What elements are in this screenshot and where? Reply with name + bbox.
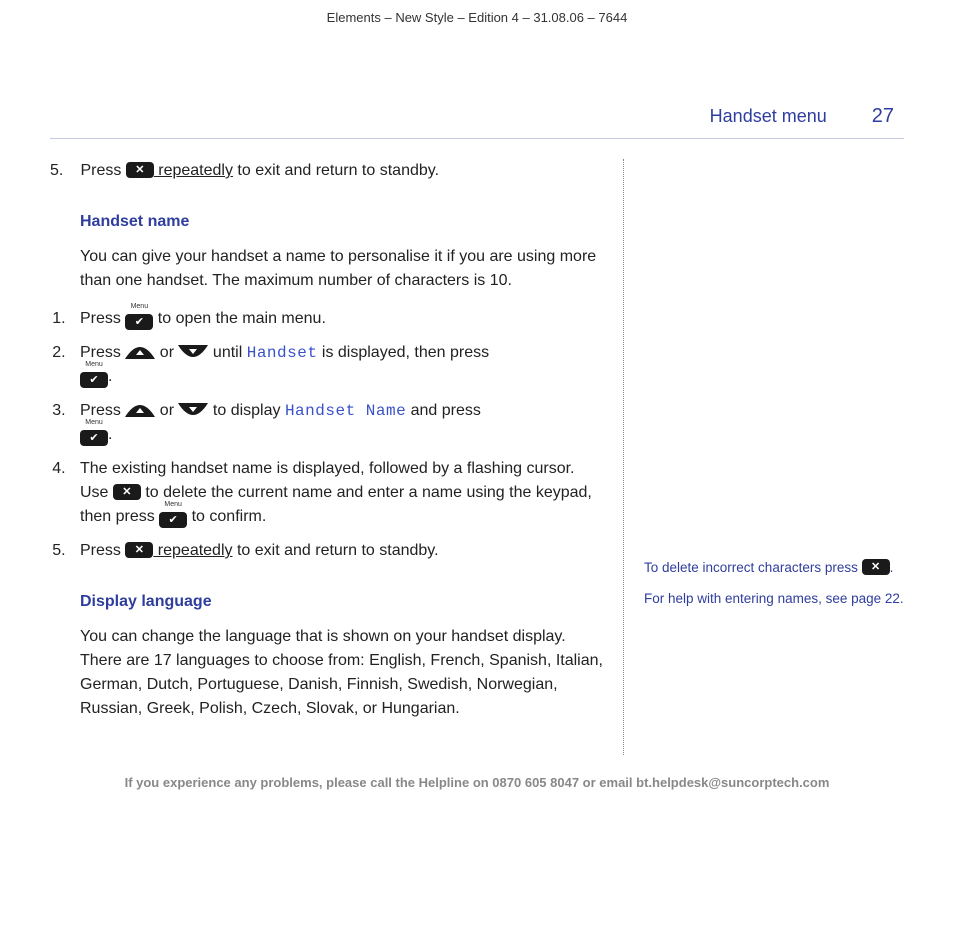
step-text: Press [80,344,125,361]
step-text: and press [406,402,481,419]
step-text: to exit and return to standby. [233,542,439,559]
print-header: Elements – New Style – Edition 4 – 31.08… [50,10,904,25]
step-4: The existing handset name is displayed, … [70,457,603,529]
subheading-handset-name: Handset name [80,213,603,231]
step-text: to display [208,402,284,419]
x-key-icon [862,559,890,575]
step-3: Press or to display Handset Name and pre… [70,399,603,447]
step-5-exit: Press repeatedly to exit and return to s… [70,159,603,183]
lcd-text: Handset Name [285,402,406,420]
x-key-icon [126,162,154,178]
sidebar-text: . [890,560,894,575]
menu-key-label: Menu [80,360,108,371]
menu-key-icon: Menu [80,427,108,443]
step-text: is displayed, then press [317,344,489,361]
section-title: Handset menu [710,106,827,127]
sidebar: To delete incorrect characters press . F… [644,559,904,755]
handset-name-intro: You can give your handset a name to pers… [80,245,603,293]
menu-key-label: Menu [80,418,108,429]
x-key-icon [113,484,141,500]
step-text: until [208,344,246,361]
sidebar-tip-delete: To delete incorrect characters press . [644,559,904,578]
down-key-icon [178,345,208,359]
up-key-icon [125,345,155,359]
page-number: 27 [872,105,894,128]
menu-key-icon: Menu [125,311,153,327]
step-text: to delete the current name and enter a n… [80,484,592,525]
step-text-underlined: repeatedly [154,162,233,179]
step-text: to confirm. [187,508,266,525]
step-text: to exit and return to standby. [233,162,439,179]
page-header: Handset menu 27 [50,105,904,139]
step-text: Press [80,162,125,179]
step-text: Press [80,402,125,419]
display-language-section: Display language You can change the lang… [50,593,603,721]
page-footer: If you experience any problems, please c… [50,775,904,790]
step-text-underlined: repeatedly [153,542,232,559]
menu-key-icon: Menu [80,369,108,385]
up-key-icon [125,403,155,417]
menu-key-icon: Menu [159,509,187,525]
step-1: Press Menu to open the main menu. [70,307,603,331]
content-columns: Press repeatedly to exit and return to s… [50,159,904,755]
display-language-intro: You can change the language that is show… [80,625,603,721]
menu-key-label: Menu [125,302,153,313]
page: Elements – New Style – Edition 4 – 31.08… [0,0,954,820]
step-text: or [155,344,178,361]
sidebar-tip-help: For help with entering names, see page 2… [644,590,904,609]
down-key-icon [178,403,208,417]
main-column: Press repeatedly to exit and return to s… [50,159,624,755]
handset-name-steps: Press Menu to open the main menu. Press … [50,307,603,563]
steps-continuation: Press repeatedly to exit and return to s… [50,159,603,183]
step-2: Press or until Handset is displayed, the… [70,341,603,389]
lcd-text: Handset [247,344,318,362]
step-5: Press repeatedly to exit and return to s… [70,539,603,563]
menu-key-label: Menu [159,500,187,511]
sidebar-text: To delete incorrect characters press [644,560,862,575]
handset-name-section: Handset name You can give your handset a… [50,213,603,293]
step-text: or [155,402,178,419]
x-key-icon [125,542,153,558]
step-text: Press [80,310,125,327]
subheading-display-language: Display language [80,593,603,611]
step-text: to open the main menu. [153,310,326,327]
step-text: Press [80,542,125,559]
